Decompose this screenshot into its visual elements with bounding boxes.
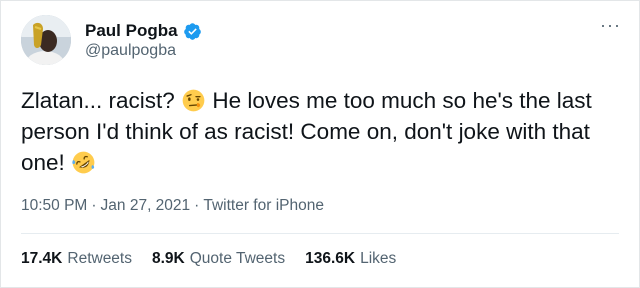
- tweet-text-part-1: Zlatan... racist?: [21, 88, 175, 113]
- likes-count: 136.6K: [305, 250, 356, 267]
- likes-stat[interactable]: 136.6K Likes: [305, 250, 396, 268]
- meta-separator: ·: [91, 197, 97, 214]
- likes-label: Likes: [360, 250, 397, 267]
- tweet-card: Paul Pogba @paulpogba ··· Zlatan... raci…: [0, 0, 640, 288]
- avatar-image: [21, 15, 71, 65]
- tweet-source[interactable]: Twitter for iPhone: [203, 197, 324, 215]
- tweet-text: Zlatan... racist? He loves me too much s…: [21, 85, 633, 178]
- retweets-count: 17.4K: [21, 250, 63, 267]
- face-with-raised-eyebrow-emoji: [182, 89, 205, 112]
- quote-tweets-label: Quote Tweets: [189, 250, 286, 267]
- author-name-row[interactable]: Paul Pogba: [85, 21, 202, 41]
- tweet-date[interactable]: Jan 27, 2021: [101, 197, 191, 215]
- quote-tweets-count: 8.9K: [152, 250, 185, 267]
- tweet-metadata: 10:50 PM · Jan 27, 2021 · Twitter for iP…: [21, 197, 324, 215]
- engagement-stats: 17.4K Retweets 8.9K Quote Tweets 136.6K …: [21, 250, 396, 268]
- retweets-stat[interactable]: 17.4K Retweets: [21, 250, 132, 268]
- author-handle[interactable]: @paulpogba: [85, 42, 176, 60]
- verified-badge-icon: [183, 22, 201, 40]
- display-name[interactable]: Paul Pogba: [85, 21, 178, 41]
- quote-tweets-stat[interactable]: 8.9K Quote Tweets: [152, 250, 285, 268]
- rolling-on-floor-laughing-emoji: [72, 151, 95, 174]
- divider: [21, 233, 619, 234]
- more-options-icon[interactable]: ···: [600, 15, 621, 36]
- avatar[interactable]: [21, 15, 71, 65]
- tweet-time[interactable]: 10:50 PM: [21, 197, 87, 215]
- retweets-label: Retweets: [67, 250, 132, 267]
- meta-separator: ·: [194, 197, 200, 214]
